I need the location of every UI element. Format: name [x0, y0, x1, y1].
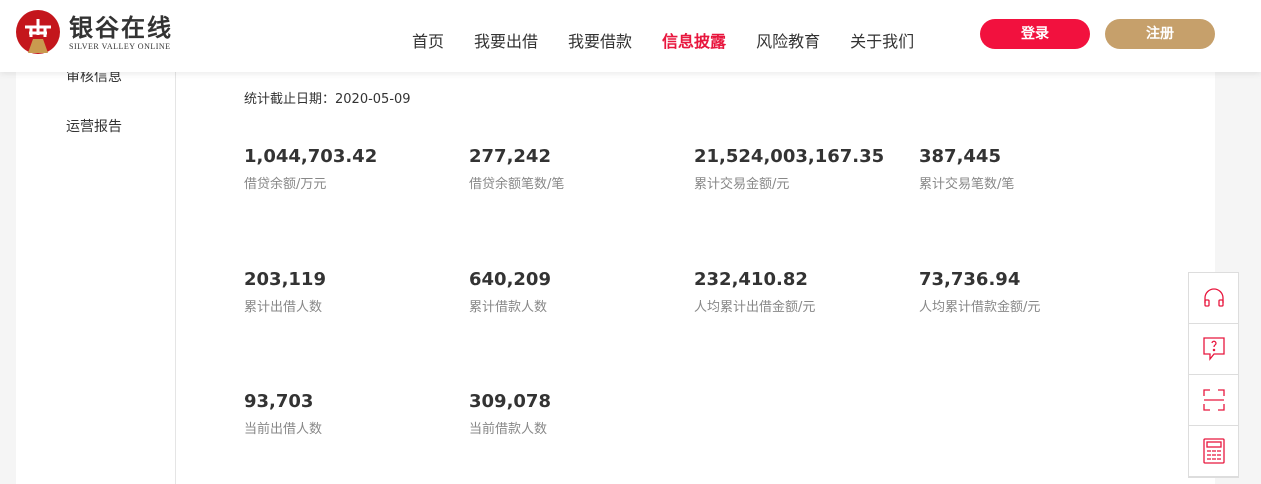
stat-label: 累计借款人数 [469, 300, 548, 315]
logo[interactable]: 银谷在线 SILVER VALLEY ONLINE [15, 9, 173, 55]
headset-icon [1203, 288, 1224, 307]
calculator-icon [1202, 438, 1225, 464]
stat-item: 203,119 累计出借人数 [244, 269, 464, 315]
main-nav: 首页 我要出借 我要借款 信息披露 风险教育 关于我们 [412, 28, 944, 52]
stat-value: 73,736.94 [919, 269, 1021, 290]
nav-borrow[interactable]: 我要借款 [568, 28, 632, 52]
stat-value: 387,445 [919, 146, 1001, 167]
register-button[interactable]: 注册 [1105, 19, 1215, 49]
nav-risk-education[interactable]: 风险教育 [756, 28, 820, 52]
stat-value: 203,119 [244, 269, 326, 290]
stat-label: 当前出借人数 [244, 422, 323, 437]
stat-value: 93,703 [244, 391, 314, 412]
stat-item: 387,445 累计交易笔数/笔 [919, 146, 1139, 192]
stat-item: 21,524,003,167.35 累计交易金额/元 [694, 146, 914, 192]
stat-item: 309,078 当前借款人数 [469, 391, 689, 437]
floating-toolbar [1188, 272, 1239, 478]
scan-button[interactable] [1189, 375, 1238, 426]
stat-label: 累计交易金额/元 [694, 177, 790, 192]
stat-label: 人均累计借款金额/元 [919, 300, 1041, 315]
stat-value: 232,410.82 [694, 269, 808, 290]
sidebar-item-operation-report[interactable]: 运营报告 [66, 116, 122, 136]
stat-date: 统计截止日期：2020-05-09 [244, 92, 411, 107]
logo-icon [16, 10, 60, 54]
stat-item: 73,736.94 人均累计借款金额/元 [919, 269, 1139, 315]
stat-value: 1,044,703.42 [244, 146, 378, 167]
stat-item: 277,242 借贷余额笔数/笔 [469, 146, 689, 192]
logo-title: 银谷在线 [69, 12, 173, 42]
nav-about[interactable]: 关于我们 [850, 28, 914, 52]
stat-label: 借贷余额/万元 [244, 177, 327, 192]
nav-lend[interactable]: 我要出借 [474, 28, 538, 52]
faq-button[interactable] [1189, 324, 1238, 375]
sidebar: 审核信息 运营报告 [16, 69, 176, 484]
stat-value: 640,209 [469, 269, 551, 290]
stat-value: 21,524,003,167.35 [694, 146, 885, 167]
stat-label: 人均累计出借金额/元 [694, 300, 816, 315]
login-button[interactable]: 登录 [980, 19, 1090, 49]
scan-icon [1202, 389, 1225, 411]
stat-item: 1,044,703.42 借贷余额/万元 [244, 146, 464, 192]
calculator-button[interactable] [1189, 426, 1238, 477]
nav-home[interactable]: 首页 [412, 28, 444, 52]
stat-label: 累计出借人数 [244, 300, 323, 315]
customer-service-button[interactable] [1189, 273, 1238, 324]
nav-disclosure[interactable]: 信息披露 [662, 28, 726, 52]
stat-label: 当前借款人数 [469, 422, 548, 437]
question-bubble-icon [1202, 337, 1225, 361]
stat-item: 93,703 当前出借人数 [244, 391, 464, 437]
header: 银谷在线 SILVER VALLEY ONLINE 首页 我要出借 我要借款 信… [0, 0, 1261, 72]
stat-item: 232,410.82 人均累计出借金额/元 [694, 269, 914, 315]
content-panel: 审核信息 运营报告 统计截止日期：2020-05-09 1,044,703.42… [16, 69, 1215, 484]
stat-value: 277,242 [469, 146, 551, 167]
stat-value: 309,078 [469, 391, 551, 412]
stat-item: 640,209 累计借款人数 [469, 269, 689, 315]
logo-subtitle: SILVER VALLEY ONLINE [69, 41, 171, 51]
stat-label: 借贷余额笔数/笔 [469, 177, 565, 192]
stat-label: 累计交易笔数/笔 [919, 177, 1015, 192]
